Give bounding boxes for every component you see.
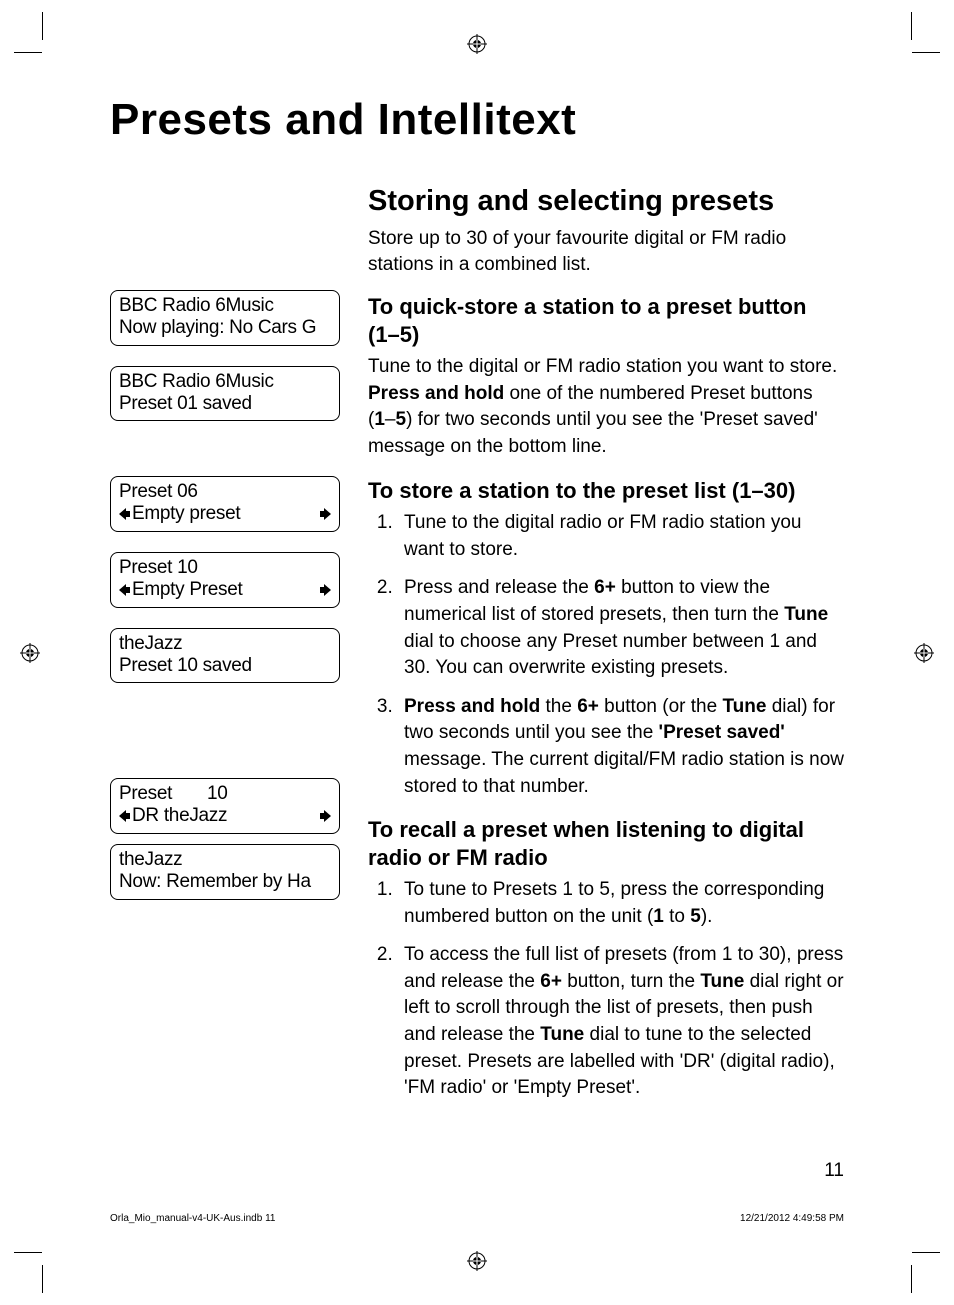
arrow-left-icon xyxy=(119,508,132,520)
body-paragraph: Tune to the digital or FM radio station … xyxy=(368,354,844,460)
lcd-examples-column: BBC Radio 6Music Now playing: No Cars G … xyxy=(110,185,340,1116)
lcd-line1: BBC Radio 6Music xyxy=(119,371,331,393)
arrow-left-icon xyxy=(119,810,132,822)
lcd-display: theJazz Now: Remember by Ha xyxy=(110,844,340,900)
page-number: 11 xyxy=(824,1160,844,1182)
lcd-line2: Empty preset xyxy=(132,503,240,524)
registration-mark-icon xyxy=(467,1251,487,1271)
arrow-right-icon xyxy=(318,584,331,596)
lcd-line1: BBC Radio 6Music xyxy=(119,295,331,317)
lcd-line1: Preset 10 xyxy=(119,783,331,805)
subsection-heading: To quick-store a station to a preset but… xyxy=(368,293,844,348)
ordered-list: To tune to Presets 1 to 5, press the cor… xyxy=(368,877,844,1102)
lcd-line2: DR theJazz xyxy=(132,805,227,826)
registration-mark-icon xyxy=(914,643,934,663)
arrow-right-icon xyxy=(318,508,331,520)
lcd-line1: Preset 10 xyxy=(119,557,331,579)
lcd-line1: theJazz xyxy=(119,849,331,871)
section-intro: Store up to 30 of your favourite digital… xyxy=(368,226,844,277)
arrow-left-icon xyxy=(119,584,132,596)
lcd-line1: Preset 06 xyxy=(119,481,331,503)
manual-page: Presets and Intellitext BBC Radio 6Music… xyxy=(0,0,954,1305)
lcd-display: Preset 10 DR theJazz xyxy=(110,778,340,834)
subsection-heading: To store a station to the preset list (1… xyxy=(368,477,844,505)
lcd-display: Preset 06 Empty preset xyxy=(110,476,340,532)
content-area: Presets and Intellitext BBC Radio 6Music… xyxy=(110,95,844,1210)
lcd-line1: theJazz xyxy=(119,633,331,655)
ordered-list: Tune to the digital radio or FM radio st… xyxy=(368,510,844,800)
list-item: Press and hold the 6+ button (or the Tun… xyxy=(398,694,844,800)
footer-file: Orla_Mio_manual-v4-UK-Aus.indb 11 xyxy=(110,1213,275,1224)
page-title: Presets and Intellitext xyxy=(110,95,844,145)
registration-mark-icon xyxy=(20,643,40,663)
list-item: To tune to Presets 1 to 5, press the cor… xyxy=(398,877,844,930)
registration-mark-icon xyxy=(467,34,487,54)
print-footer: Orla_Mio_manual-v4-UK-Aus.indb 11 12/21/… xyxy=(110,1213,844,1224)
lcd-line2: Preset 01 saved xyxy=(119,393,331,415)
section-heading: Storing and selecting presets xyxy=(368,185,844,218)
body-column: Storing and selecting presets Store up t… xyxy=(368,185,844,1116)
lcd-display: BBC Radio 6Music Now playing: No Cars G xyxy=(110,290,340,346)
lcd-line2: Now playing: No Cars G xyxy=(119,317,331,339)
lcd-display: theJazz Preset 10 saved xyxy=(110,628,340,684)
lcd-line2: Empty Preset xyxy=(132,579,242,600)
list-item: Tune to the digital radio or FM radio st… xyxy=(398,510,844,563)
list-item: To access the full list of presets (from… xyxy=(398,942,844,1102)
lcd-display: Preset 10 Empty Preset xyxy=(110,552,340,608)
lcd-line2: Now: Remember by Ha xyxy=(119,871,331,893)
arrow-right-icon xyxy=(318,810,331,822)
list-item: Press and release the 6+ button to view … xyxy=(398,575,844,681)
lcd-display: BBC Radio 6Music Preset 01 saved xyxy=(110,366,340,422)
lcd-line2: Preset 10 saved xyxy=(119,655,331,677)
subsection-heading: To recall a preset when listening to dig… xyxy=(368,816,844,871)
footer-timestamp: 12/21/2012 4:49:58 PM xyxy=(740,1213,844,1224)
